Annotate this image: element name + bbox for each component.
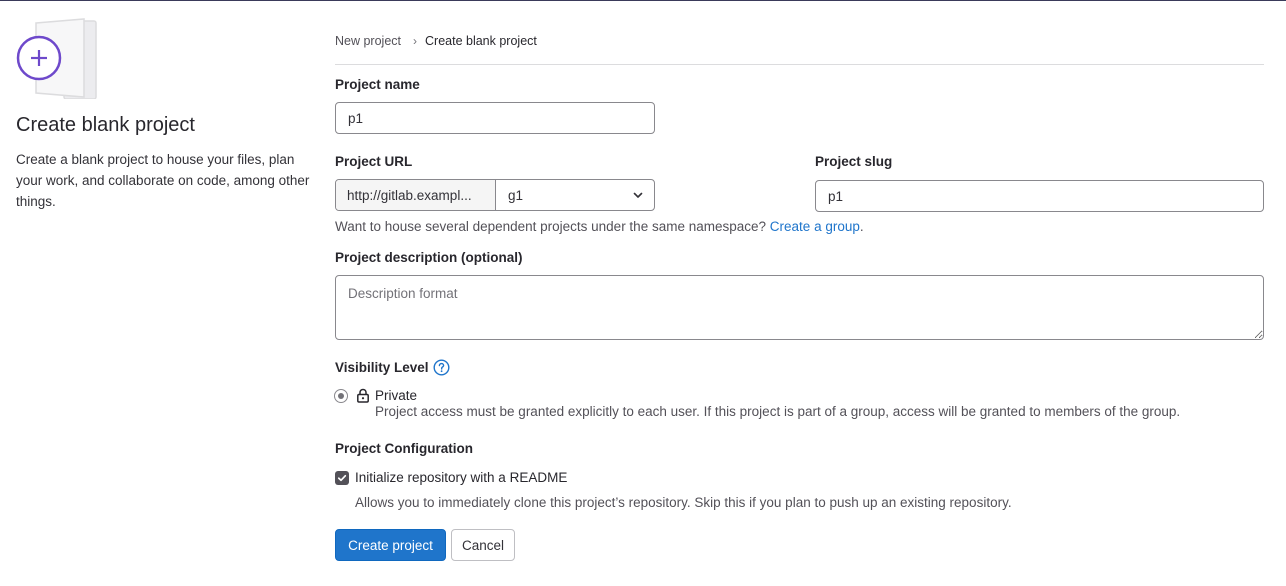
page-title: Create blank project (16, 114, 195, 136)
visibility-level-label: Visibility Level (335, 359, 450, 376)
project-url-prefix-text: http://gitlab.exampl... (347, 187, 472, 203)
group-hint-text: Want to house several dependent projects… (335, 219, 767, 234)
group-hint: Want to house several dependent projects… (335, 219, 864, 234)
namespace-select[interactable]: g1 (496, 180, 654, 210)
project-slug-input[interactable] (815, 180, 1264, 212)
project-configuration-label: Project Configuration (335, 441, 473, 456)
create-project-button[interactable]: Create project (335, 529, 446, 561)
checkmark-icon (337, 474, 347, 482)
project-description-label: Project description (optional) (335, 250, 523, 265)
readme-checkbox[interactable] (335, 471, 349, 485)
create-blank-project-illustration (16, 18, 97, 99)
project-name-input[interactable] (335, 102, 655, 134)
chevron-down-icon (633, 192, 643, 198)
page-description: Create a blank project to house your fil… (16, 152, 310, 209)
breadcrumb: New project › Create blank project (335, 34, 537, 48)
create-group-link[interactable]: Create a group (770, 219, 860, 234)
divider (335, 64, 1264, 65)
project-url-group: http://gitlab.exampl... g1 (335, 179, 655, 211)
breadcrumb-new-project[interactable]: New project (335, 34, 401, 48)
breadcrumb-current: Create blank project (425, 34, 537, 48)
radio-selected-dot (338, 393, 344, 399)
question-icon[interactable] (433, 359, 450, 376)
visibility-private-help: Project access must be granted explicitl… (375, 404, 1181, 419)
visibility-private-radio[interactable] (334, 389, 348, 403)
project-description-textarea[interactable] (335, 275, 1264, 340)
namespace-value: g1 (508, 187, 524, 203)
project-url-label: Project URL (335, 154, 413, 169)
project-url-prefix: http://gitlab.exampl... (336, 180, 496, 210)
project-name-label: Project name (335, 77, 420, 92)
project-slug-label: Project slug (815, 154, 893, 169)
visibility-private-label: Private (375, 388, 418, 403)
cancel-button[interactable]: Cancel (451, 529, 515, 561)
visibility-level-text: Visibility Level (335, 360, 429, 375)
chevron-right-icon: › (413, 34, 417, 48)
readme-checkbox-help: Allows you to immediately clone this pro… (355, 495, 1012, 510)
lock-icon (357, 388, 369, 403)
readme-checkbox-label[interactable]: Initialize repository with a README (355, 470, 567, 485)
group-hint-suffix: . (859, 219, 864, 234)
